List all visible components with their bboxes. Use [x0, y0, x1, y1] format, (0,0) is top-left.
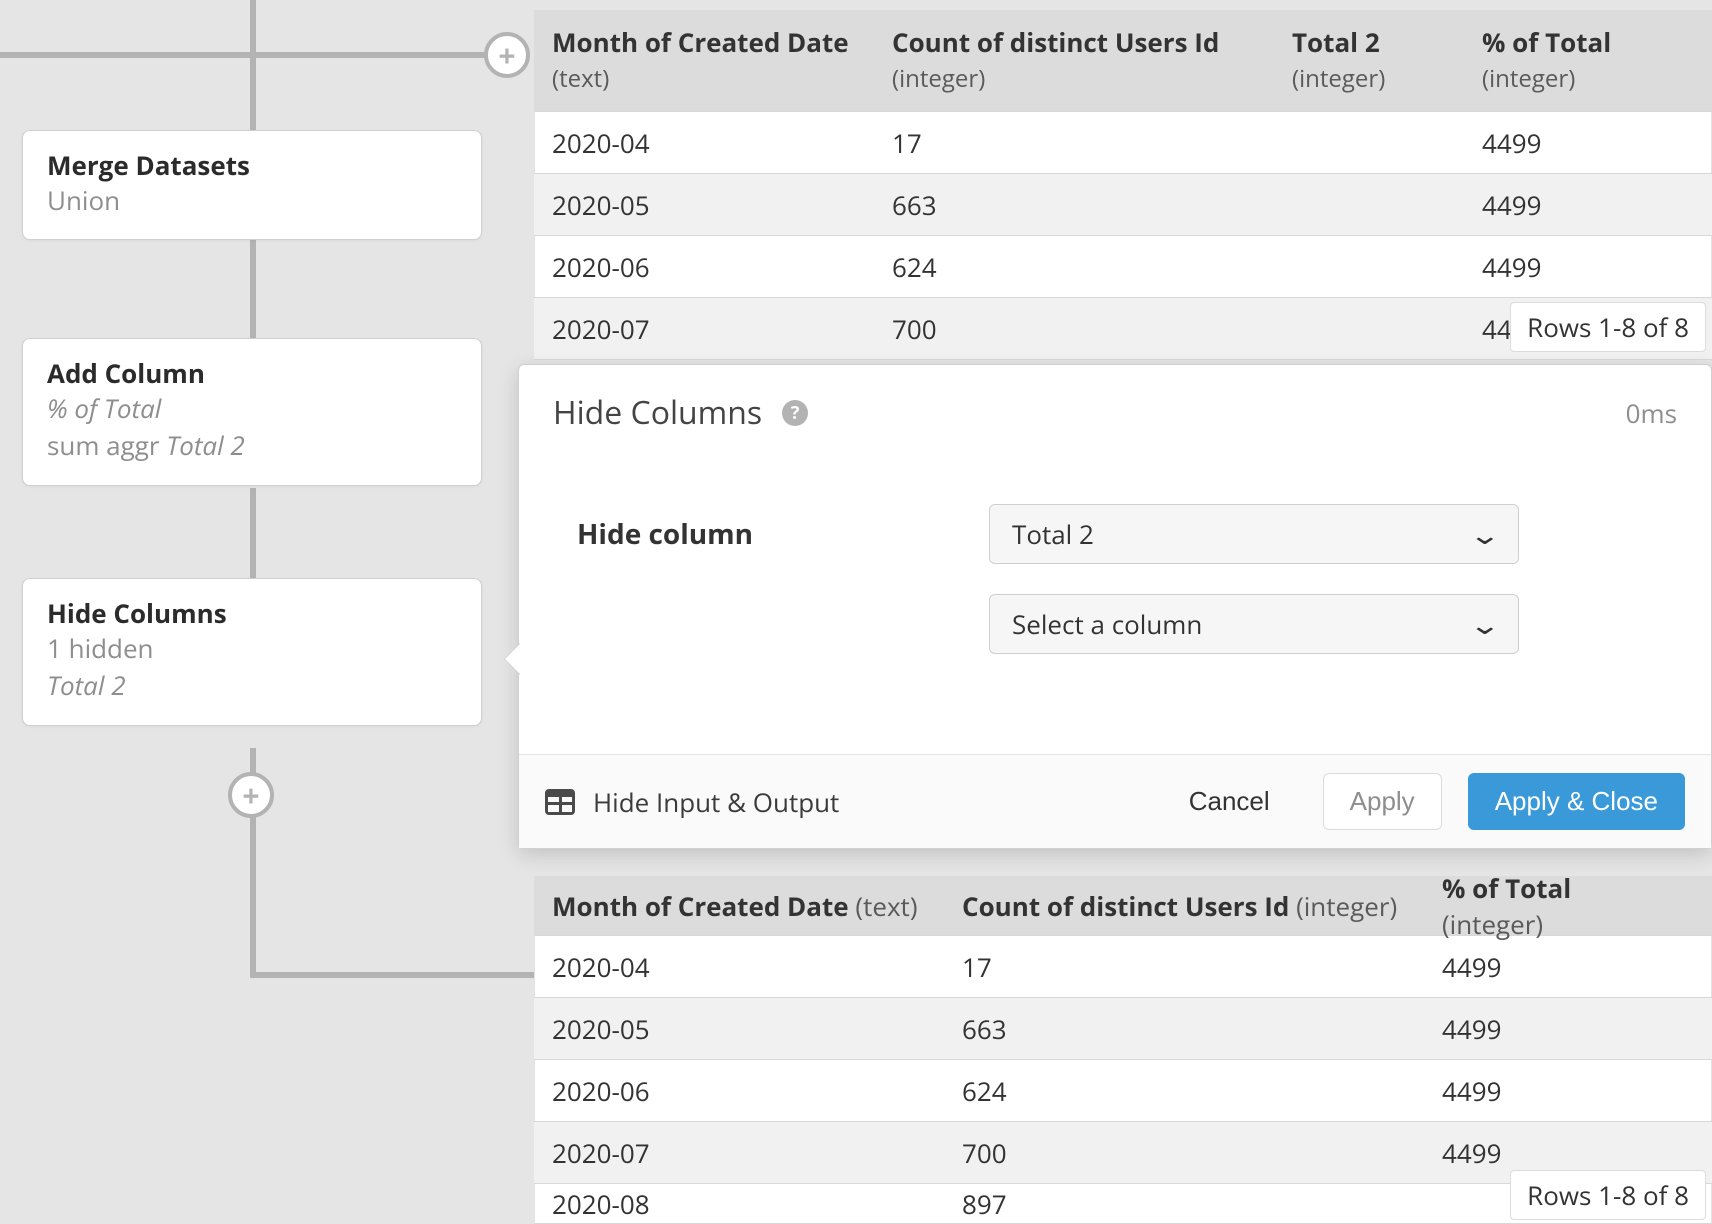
col-header: Count of distinct Users Id	[892, 24, 1219, 60]
col-type: (text)	[855, 888, 917, 924]
pipe	[0, 52, 250, 58]
col-header: Count of distinct Users Id	[962, 888, 1289, 924]
pipe	[250, 488, 256, 578]
node-title: Add Column	[47, 357, 457, 390]
node-subtitle: % of Total	[47, 390, 161, 426]
table-icon	[545, 789, 575, 815]
execution-time: 0ms	[1626, 395, 1677, 431]
col-header: Month of Created Date	[552, 888, 849, 924]
hide-columns-panel: Hide Columns ? 0ms Hide column Total 2 ⌄…	[518, 364, 1712, 849]
node-subtitle: sum aggr Total 2	[47, 427, 457, 465]
node-merge-datasets[interactable]: Merge Datasets Union	[22, 130, 482, 240]
table-row: 2020-04 17 4499	[534, 112, 1712, 174]
node-hide-columns[interactable]: Hide Columns 1 hidden Total 2	[22, 578, 482, 726]
col-header: % of Total	[1442, 870, 1571, 906]
hide-io-toggle[interactable]: Hide Input & Output	[545, 784, 839, 820]
node-subtitle: Union	[47, 182, 457, 220]
table-row: 2020-05 663 4499	[534, 174, 1712, 236]
help-icon[interactable]: ?	[782, 400, 808, 426]
table-row: 2020-06 624 4499	[534, 236, 1712, 298]
apply-button[interactable]: Apply	[1323, 773, 1442, 830]
col-header: Month of Created Date	[552, 24, 849, 60]
pipe	[250, 240, 256, 340]
cancel-button[interactable]: Cancel	[1162, 773, 1297, 830]
add-step-icon[interactable]: +	[484, 32, 530, 78]
col-header: % of Total	[1482, 24, 1611, 60]
col-type: (integer)	[1296, 888, 1397, 924]
add-column-select[interactable]: Select a column ⌄	[989, 594, 1519, 654]
rows-count-badge: Rows 1-8 of 8	[1510, 302, 1706, 352]
table-row: 2020-05 663 4499	[534, 998, 1712, 1060]
node-title: Hide Columns	[47, 597, 457, 630]
pipe	[250, 0, 256, 130]
table-row: 2020-04 17 4499	[534, 936, 1712, 998]
table-header-row: Month of Created Date (text) Count of di…	[534, 10, 1712, 112]
col-header: Total 2	[1292, 24, 1380, 60]
col-type: (integer)	[1292, 62, 1446, 95]
chevron-down-icon: ⌄	[1469, 516, 1502, 552]
node-title: Merge Datasets	[47, 149, 457, 182]
input-table: Month of Created Date (text) Count of di…	[534, 10, 1712, 360]
output-table: Month of Created Date (text) Count of di…	[534, 876, 1712, 1224]
chevron-down-icon: ⌄	[1469, 606, 1502, 642]
node-subtitle: Total 2	[47, 667, 126, 703]
field-label: Hide column	[553, 515, 953, 553]
hide-column-select[interactable]: Total 2 ⌄	[989, 504, 1519, 564]
panel-title: Hide Columns	[553, 391, 762, 434]
rows-count-badge: Rows 1-8 of 8	[1510, 1170, 1706, 1220]
node-subtitle: 1 hidden	[47, 630, 457, 668]
pipe	[250, 52, 520, 58]
col-type: (integer)	[892, 62, 1256, 95]
panel-caret-icon	[505, 643, 521, 675]
table-header-row: Month of Created Date (text) Count of di…	[534, 876, 1712, 936]
col-type: (integer)	[1442, 906, 1543, 942]
apply-close-button[interactable]: Apply & Close	[1468, 773, 1685, 830]
node-add-column[interactable]: Add Column % of Total sum aggr Total 2	[22, 338, 482, 486]
add-step-icon[interactable]: +	[228, 772, 274, 818]
table-row: 2020-06 624 4499	[534, 1060, 1712, 1122]
col-type: (integer)	[1482, 62, 1676, 95]
col-type: (text)	[552, 62, 856, 95]
